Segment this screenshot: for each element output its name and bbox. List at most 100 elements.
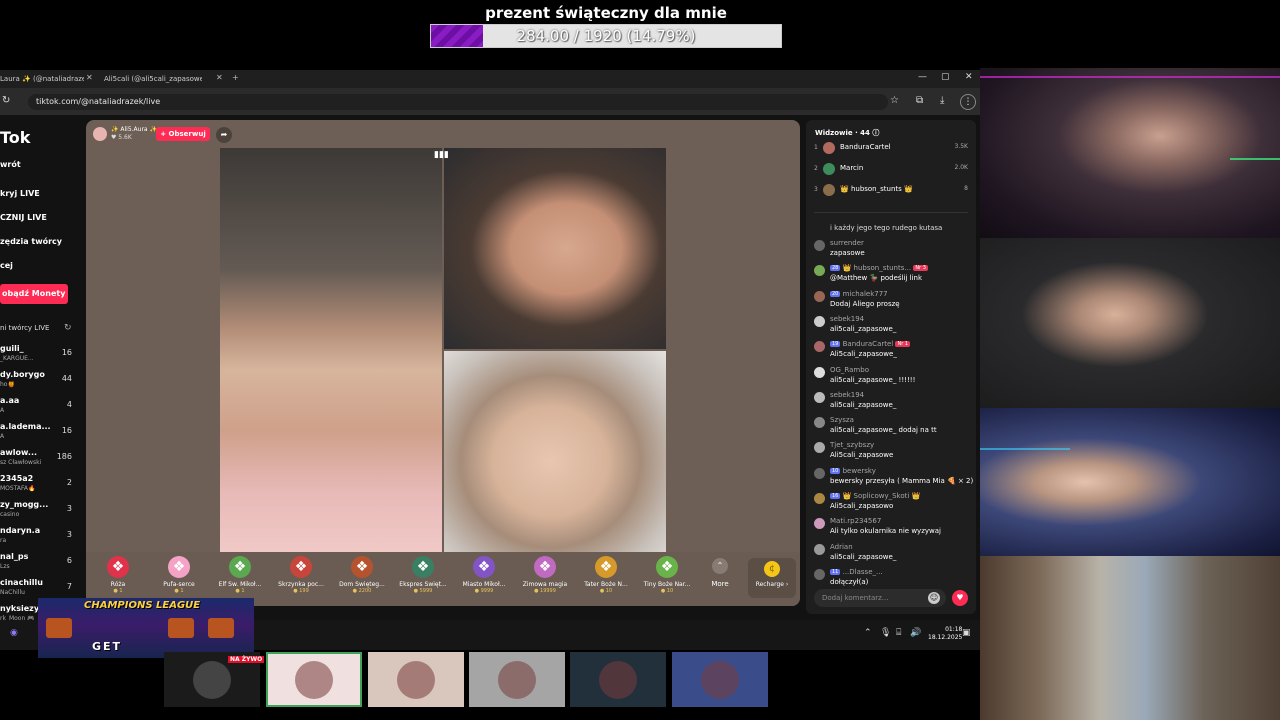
gift-item[interactable]: ❖ Róża ● 1 bbox=[88, 556, 148, 602]
nav-item[interactable]: kryj LIVE bbox=[0, 189, 40, 198]
mic-icon[interactable]: 🎙 bbox=[880, 628, 891, 638]
avatar[interactable] bbox=[814, 240, 825, 251]
get-coins-button[interactable]: obądź Monety bbox=[0, 284, 68, 304]
network-icon[interactable]: ⌸ bbox=[896, 628, 901, 638]
comment-input[interactable]: Dodaj komentarz... bbox=[814, 589, 946, 607]
emoji-icon[interactable]: ☺ bbox=[928, 592, 940, 604]
gift-price: ● 199 bbox=[271, 588, 331, 594]
download-icon[interactable]: ⤓ bbox=[940, 95, 944, 106]
viewers-heading[interactable]: Widzowie · 44 ⓘ bbox=[815, 128, 879, 138]
source-thumbnail[interactable] bbox=[368, 652, 464, 707]
gift-item[interactable]: ❖ Tater Boże N... ● 10 bbox=[576, 556, 636, 602]
chat-username[interactable]: Adrian bbox=[830, 543, 853, 551]
close-window-button[interactable]: ✕ bbox=[965, 72, 973, 82]
avatar[interactable] bbox=[814, 493, 825, 504]
avatar[interactable] bbox=[814, 568, 825, 580]
gift-item[interactable]: ❖ Ekspres Święt... ● 5999 bbox=[393, 556, 453, 602]
nav-item[interactable]: zędzia twórcy bbox=[0, 237, 62, 246]
nav-item[interactable]: cej bbox=[0, 261, 13, 270]
gift-item[interactable]: ❖ Skrzynka poc... ● 199 bbox=[271, 556, 331, 602]
taskbar-clock[interactable]: 01:18 18.12.2025 bbox=[928, 626, 962, 642]
notification-icon[interactable]: ▣ bbox=[962, 628, 971, 638]
tiktok-logo[interactable]: Tok bbox=[0, 128, 30, 147]
gift-item[interactable]: ❖ Miasto Mikoł... ● 9999 bbox=[454, 556, 514, 602]
creator-item[interactable]: a.aa A 4 bbox=[0, 396, 76, 420]
chat-username[interactable]: 10 bewersky bbox=[830, 467, 876, 475]
avatar[interactable] bbox=[814, 366, 825, 378]
avatar[interactable] bbox=[814, 543, 825, 555]
more-menu-icon[interactable]: ⋮ bbox=[960, 94, 976, 110]
avatar[interactable] bbox=[814, 417, 825, 429]
chat-username[interactable]: 20 michalek777 bbox=[830, 290, 888, 298]
share-icon[interactable]: ➦ bbox=[216, 127, 232, 143]
avatar[interactable] bbox=[814, 467, 825, 479]
gift-item[interactable]: ❖ Zimowa magia ● 19999 bbox=[515, 556, 575, 602]
host-name[interactable]: ✨ Ali5.‍Aura ✨ bbox=[111, 126, 157, 133]
chat-username[interactable]: Szysza bbox=[830, 416, 854, 424]
tab-1[interactable]: Laura ✨ (@nataliadraze... bbox=[0, 73, 84, 86]
reload-icon[interactable]: ↻ bbox=[2, 95, 10, 106]
gift-item[interactable]: ❖ Dom Święteg... ● 2200 bbox=[332, 556, 392, 602]
source-thumbnail[interactable] bbox=[672, 652, 768, 707]
viewer-row[interactable]: 3 👑 hubson_stunts 👑 8 bbox=[814, 182, 968, 200]
chat-username[interactable]: Mati.rp234567 bbox=[830, 517, 881, 525]
chat-username[interactable]: 16 👑 Soplicowy_Skoti 👑 bbox=[830, 492, 920, 500]
avatar[interactable] bbox=[814, 391, 825, 403]
tab-2[interactable]: Ali5cali (@ali5cali_zapasowe_) | bbox=[104, 73, 202, 86]
gift-item[interactable]: ❖ Tiny Boże Nar... ● 10 bbox=[637, 556, 697, 602]
close-icon[interactable]: ✕ bbox=[86, 73, 93, 82]
chat-username[interactable]: OG_Rambo bbox=[830, 366, 869, 374]
source-thumbnail[interactable] bbox=[570, 652, 666, 707]
gift-name: Róża bbox=[110, 581, 126, 588]
follow-button[interactable]: + Obserwuj bbox=[156, 127, 210, 141]
close-icon[interactable]: ✕ bbox=[216, 73, 223, 82]
chat-username-text: Mati.rp234567 bbox=[830, 517, 882, 526]
chat-username[interactable]: 28 👑 hubson_stunts... Nr 3 bbox=[830, 264, 928, 272]
chat-username[interactable]: Tjet_szybszy bbox=[830, 441, 874, 449]
creator-item[interactable]: guili_ _KARGUE... 16 bbox=[0, 344, 76, 368]
gift-item[interactable]: ❖ Elf Św. Mikoł... ● 1 bbox=[210, 556, 270, 602]
refresh-icon[interactable]: ↻ bbox=[64, 323, 72, 333]
avatar[interactable] bbox=[814, 442, 825, 454]
avatar[interactable] bbox=[814, 341, 825, 353]
maximize-button[interactable]: ▢ bbox=[941, 72, 950, 82]
nav-item[interactable]: wrót bbox=[0, 160, 21, 169]
chat-username[interactable]: surrender bbox=[830, 239, 864, 247]
avatar[interactable] bbox=[814, 290, 825, 302]
chat-username[interactable]: 11 ...Dlasse_... bbox=[830, 568, 883, 576]
viewer-row[interactable]: 2 Marcin 2.0K bbox=[814, 161, 968, 179]
creator-item[interactable]: awlow... sz Cławłowski 186 bbox=[0, 448, 76, 472]
avatar[interactable] bbox=[814, 265, 825, 277]
gift-item[interactable]: ❖ Pufa-serce ● 1 bbox=[149, 556, 209, 602]
creator-item[interactable]: 2345a2 MOSTAFA🔥 2 bbox=[0, 474, 76, 498]
gift-price: ● 10 bbox=[576, 588, 636, 594]
more-gifts-button[interactable]: ⌃ More bbox=[700, 558, 740, 598]
chat-message-partial: i każdy jego tego rudego kutasa bbox=[830, 224, 943, 232]
chat-username[interactable]: sebek194 bbox=[830, 391, 864, 399]
url-field[interactable]: tiktok.com/@nataliadrazek/live bbox=[28, 94, 888, 110]
minimize-button[interactable]: — bbox=[918, 72, 927, 82]
extensions-icon[interactable]: ⧉ bbox=[916, 95, 923, 106]
plus-icon[interactable]: + bbox=[232, 73, 239, 82]
chat-text: bewersky przesyła ( Mamma Mia 🍕 × 2) bbox=[830, 476, 974, 485]
source-thumbnail[interactable] bbox=[469, 652, 565, 707]
creator-item[interactable]: a.lademа... A 16 bbox=[0, 422, 76, 446]
host-avatar[interactable] bbox=[93, 127, 107, 141]
source-thumbnail[interactable] bbox=[266, 652, 362, 707]
chevron-up-icon[interactable]: ⌃ bbox=[864, 628, 872, 638]
creator-item[interactable]: nal_ps Lzs 6 bbox=[0, 552, 76, 576]
nav-item[interactable]: CZNIJ LIVE bbox=[0, 213, 47, 222]
avatar[interactable] bbox=[814, 315, 825, 327]
recharge-button[interactable]: ¢ Recharge › bbox=[748, 558, 796, 598]
chat-username[interactable]: sebek194 bbox=[830, 315, 864, 323]
creator-item[interactable]: ndaryn.a ra 3 bbox=[0, 526, 76, 550]
star-icon[interactable]: ☆ bbox=[890, 95, 899, 106]
creator-item[interactable]: zy_mogg... casino 3 bbox=[0, 500, 76, 524]
creator-item[interactable]: dy.borygo ho🍯 44 bbox=[0, 370, 76, 394]
volume-icon[interactable]: 🔊 bbox=[910, 628, 921, 638]
like-heart-icon[interactable]: ♥ bbox=[952, 590, 968, 606]
viewer-row[interactable]: 1 BanduraCartel 3.5K bbox=[814, 140, 968, 158]
chat-username[interactable]: 19 BanduraCartel Nr 1 bbox=[830, 340, 911, 348]
avatar[interactable] bbox=[814, 518, 825, 530]
discord-icon[interactable]: ◉ bbox=[10, 628, 18, 638]
